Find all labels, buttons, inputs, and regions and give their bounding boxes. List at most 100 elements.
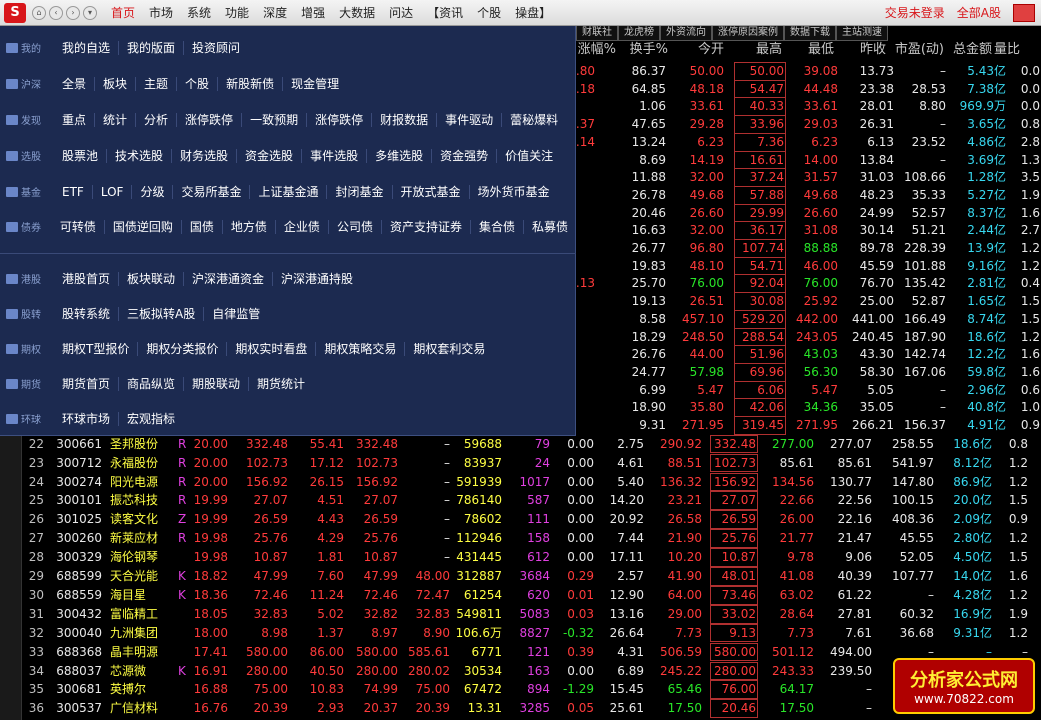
menu-category[interactable]: 期权 (0, 341, 54, 356)
menu-item[interactable]: 期权套利交易 (405, 342, 493, 356)
menu-item[interactable]: 可转债 (52, 219, 105, 234)
column-header-low[interactable]: 最低 (790, 40, 834, 60)
table-row[interactable]: 24 300274 阳光电源 R 20.00 156.92 26.15 156.92 –5919… (22, 472, 1041, 492)
menu-item[interactable]: 新股新债 (218, 76, 284, 91)
menu-item[interactable]: 环球市场 (54, 411, 120, 426)
home-icon[interactable]: ⌂ (32, 5, 46, 20)
table-row[interactable]: 36 300537 广信材料 16.76 20.39 2.93 20.37 20.39 13.3… (22, 699, 1041, 719)
column-header-zf[interactable]: 涨幅% (576, 40, 616, 60)
menu-item[interactable]: 期权策略交易 (316, 341, 406, 356)
quick-tab-4[interactable]: 数据下载 (784, 26, 836, 41)
menu-item[interactable]: 私募债 (524, 220, 576, 234)
menu-category[interactable]: 港股 (0, 271, 54, 286)
menu-item[interactable]: 地方债 (223, 219, 276, 234)
menu-item[interactable]: 期权T型报价 (54, 341, 139, 356)
table-row[interactable]: 29 688599 天合光能 K 18.82 47.99 7.60 47.99 48.00 312… (22, 567, 1041, 586)
menu-item[interactable]: 我的版面 (119, 40, 185, 55)
menu-category[interactable]: 基金 (0, 184, 54, 199)
menu-item[interactable]: 封闭基金 (327, 184, 393, 199)
table-row[interactable]: 25 300101 振芯科技 R 19.99 27.07 4.51 27.07 –786140 5… (22, 491, 1041, 511)
login-status[interactable]: 交易未登录 (885, 0, 945, 26)
menu-item[interactable]: 宏观指标 (119, 412, 183, 426)
menu-item[interactable]: 分析 (136, 112, 178, 127)
menu-item[interactable]: 期权实时看盘 (227, 341, 317, 356)
menu-item[interactable]: 国债 (182, 219, 223, 234)
forward-icon[interactable]: › (66, 5, 80, 20)
quick-tab-0[interactable]: 财联社 (576, 26, 618, 41)
menu-item[interactable]: 个股 (177, 76, 219, 91)
menu-item[interactable]: 全景 (54, 76, 96, 91)
menu-item[interactable]: 国债逆回购 (105, 219, 182, 234)
menu-item[interactable]: LOF (93, 184, 133, 199)
menu-item[interactable]: 港股首页 (54, 271, 120, 286)
menu-item[interactable]: 期货统计 (249, 377, 313, 391)
menu-item[interactable]: 板块联动 (119, 271, 185, 286)
quick-tab-3[interactable]: 涨停原因案例 (712, 26, 784, 41)
close-window-button[interactable] (1013, 3, 1035, 22)
column-header-lb[interactable]: 量比 (994, 40, 1020, 60)
menu-item-10[interactable]: 操盘】 (508, 0, 558, 26)
table-row[interactable]: 34 688037 芯源微 K 16.91 280.00 40.50 280.00 280.02… (22, 661, 1041, 681)
menu-item[interactable]: 我的自选 (54, 40, 120, 55)
market-selector[interactable]: 全部A股 (957, 0, 1001, 26)
menu-item[interactable]: 商品纵览 (119, 376, 185, 391)
menu-item[interactable]: 价值关注 (497, 149, 561, 163)
menu-item-6[interactable]: 大数据 (332, 0, 382, 26)
menu-category[interactable]: 我的 (0, 40, 54, 55)
table-row[interactable]: 26 301025 读客文化 Z 19.99 26.59 4.43 26.59 –78602 11… (22, 510, 1041, 530)
menu-item[interactable]: 分级 (132, 184, 174, 199)
menu-item[interactable]: 期货首页 (54, 376, 120, 391)
menu-item[interactable]: 自律监管 (204, 307, 268, 321)
menu-item[interactable]: 技术选股 (107, 148, 173, 163)
menu-item[interactable]: 公司债 (329, 219, 382, 234)
dropdown-icon[interactable]: ▾ (83, 5, 97, 20)
column-header-prev[interactable]: 昨收 (842, 40, 886, 60)
menu-item-3[interactable]: 功能 (218, 0, 256, 26)
menu-item[interactable]: 上证基金通 (250, 184, 328, 199)
table-row[interactable]: 32 300040 九洲集团 18.00 8.98 1.37 8.97 8.90 106.6万 8… (22, 623, 1041, 643)
menu-item[interactable]: 蕾秘爆料 (502, 113, 566, 127)
back-icon[interactable]: ‹ (49, 5, 63, 20)
table-row[interactable]: 31 300432 富临精工 18.05 32.83 5.02 32.82 32.83 5498… (22, 604, 1041, 624)
menu-item-1[interactable]: 市场 (142, 0, 180, 26)
menu-item-8[interactable]: 【资讯 (420, 0, 470, 26)
menu-item-7[interactable]: 问达 (382, 0, 420, 26)
column-header-open[interactable]: 今开 (680, 40, 724, 60)
menu-item[interactable]: 股票池 (54, 148, 108, 163)
column-header-high[interactable]: 最高 (738, 40, 782, 60)
table-row[interactable]: 30 688559 海目星 K 18.36 72.46 11.24 72.46 72.47 612… (22, 585, 1041, 605)
column-header-pe[interactable]: 市盈(动) (892, 40, 944, 60)
menu-category[interactable]: 环球 (0, 411, 54, 426)
menu-item[interactable]: 集合债 (471, 219, 524, 234)
menu-item[interactable]: 财报数据 (372, 112, 438, 127)
menu-item[interactable]: 资金强势 (432, 148, 498, 163)
menu-item[interactable]: 一致预期 (242, 112, 308, 127)
table-row[interactable]: 22 300661 圣邦股份 R 20.00 332.48 55.41 332.48 –5968… (22, 434, 1041, 454)
menu-item[interactable]: 沪深港通持股 (273, 272, 361, 286)
menu-category[interactable]: 沪深 (0, 76, 54, 91)
menu-item[interactable]: 交易所基金 (173, 184, 251, 199)
table-row[interactable]: 28 300329 海伦钢琴 19.98 10.87 1.81 10.87 –431445 61… (22, 548, 1041, 567)
menu-item[interactable]: 沪深港通资金 (184, 271, 274, 286)
app-logo[interactable]: S (4, 2, 26, 23)
menu-item[interactable]: 涨停跌停 (307, 112, 373, 127)
menu-item[interactable]: 股转系统 (54, 306, 120, 321)
menu-item[interactable]: 多维选股 (367, 148, 433, 163)
menu-item[interactable]: 重点 (54, 112, 96, 127)
quick-tab-2[interactable]: 外资流向 (660, 26, 712, 41)
column-header-total[interactable]: 总金额 (948, 40, 992, 60)
table-row[interactable]: 27 300260 新莱应材 R 19.98 25.76 4.29 25.76 –112946 1… (22, 529, 1041, 548)
menu-item[interactable]: 板块 (95, 76, 137, 91)
table-row[interactable]: 23 300712 永福股份 R 20.00 102.73 17.12 102.73 –8393… (22, 453, 1041, 473)
menu-category[interactable]: 期货 (0, 376, 54, 391)
menu-item[interactable]: 资金选股 (237, 148, 303, 163)
menu-item[interactable]: 资产支持证券 (382, 219, 471, 234)
menu-category[interactable]: 选股 (0, 148, 54, 163)
menu-item-4[interactable]: 深度 (256, 0, 294, 26)
menu-category[interactable]: 股转 (0, 306, 54, 321)
menu-item-0[interactable]: 首页 (104, 0, 142, 26)
menu-item-5[interactable]: 增强 (294, 0, 332, 26)
menu-item[interactable]: 涨停跌停 (177, 112, 243, 127)
quick-tab-1[interactable]: 龙虎榜 (618, 26, 660, 41)
menu-item[interactable]: 主题 (136, 76, 178, 91)
